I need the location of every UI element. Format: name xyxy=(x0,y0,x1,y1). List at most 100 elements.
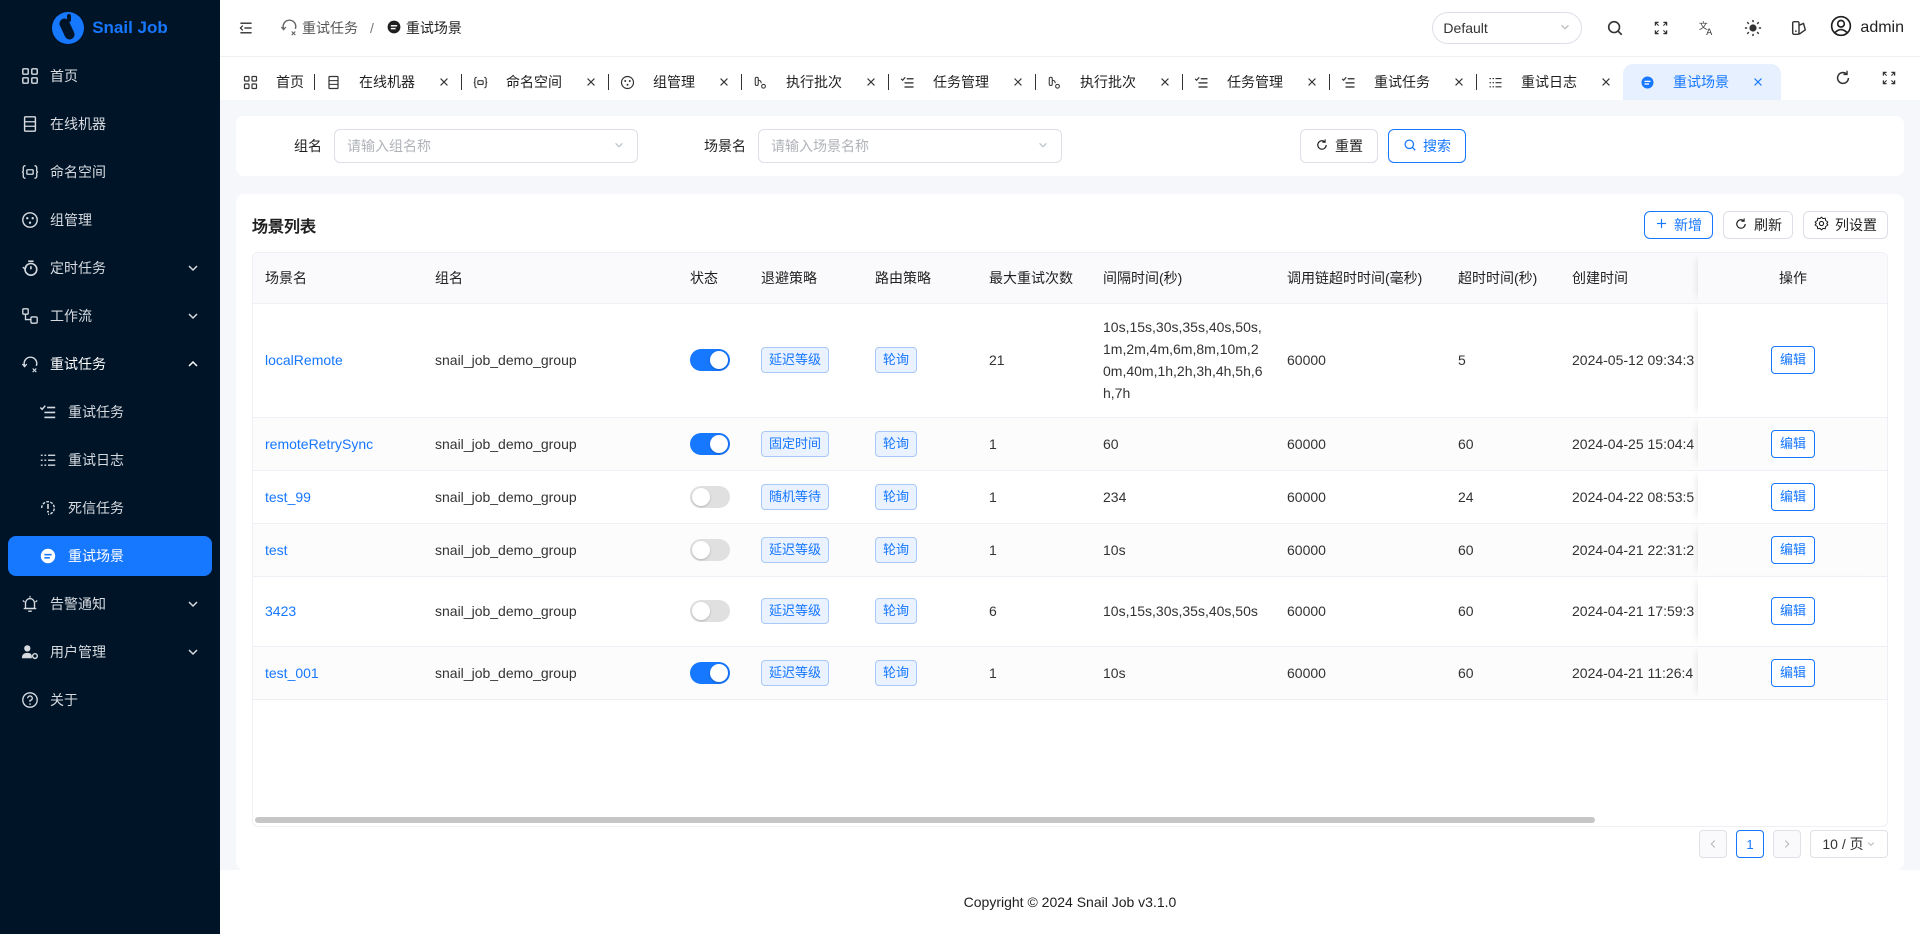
status-toggle[interactable] xyxy=(690,349,730,371)
page-size-select[interactable]: 10 / 页 xyxy=(1810,830,1888,858)
page-button-current[interactable]: 1 xyxy=(1736,830,1764,858)
sidebar-item-workflow[interactable]: 工作流 xyxy=(8,296,212,336)
sidebar-item-home[interactable]: 首页 xyxy=(8,56,212,96)
table-toolbar: 新增 刷新 列设置 xyxy=(1644,211,1888,239)
search-form: 组名 请输入组名称 场景名 请输入场景名称 重置 搜索 xyxy=(236,116,1904,176)
chevron-down-icon xyxy=(186,261,200,275)
tab-namespace[interactable]: 命名空间 xyxy=(462,64,608,100)
scene-name-link[interactable]: test xyxy=(253,523,423,577)
sidebar-item-alarm-notify[interactable]: 告警通知 xyxy=(8,584,212,624)
scene-name-link[interactable]: 3423 xyxy=(253,576,423,647)
column-settings-button[interactable]: 列设置 xyxy=(1803,211,1888,239)
fullscreen-icon[interactable] xyxy=(1638,10,1684,46)
status-toggle[interactable] xyxy=(690,661,730,684)
sidebar-item-scheduled-tasks[interactable]: 定时任务 xyxy=(8,248,212,288)
tab-retry-tasks[interactable]: 重试任务 xyxy=(1330,64,1476,100)
scene-name-select[interactable]: 请输入场景名称 xyxy=(758,129,1062,163)
search-icon[interactable] xyxy=(1592,10,1638,46)
close-icon[interactable] xyxy=(1751,75,1765,89)
status-toggle[interactable] xyxy=(690,432,730,455)
sidebar-item-user-management[interactable]: 用户管理 xyxy=(8,632,212,672)
status-toggle[interactable] xyxy=(690,485,730,508)
interval-cell: 10s,15s,30s,35s,40s,50s,1m,2m,4m,6m,8m,1… xyxy=(1091,303,1275,418)
max-retry-cell: 6 xyxy=(977,576,1091,647)
scene-name-link[interactable]: test_99 xyxy=(253,470,423,524)
next-page-button[interactable] xyxy=(1773,830,1801,858)
sidebar-item-group-management[interactable]: 组管理 xyxy=(8,200,212,240)
status-toggle[interactable] xyxy=(690,600,730,622)
status-toggle[interactable] xyxy=(690,538,730,561)
app-logo[interactable]: Snail Job xyxy=(0,0,220,56)
edit-button[interactable]: 编辑 xyxy=(1770,658,1815,687)
scene-name-link[interactable]: test_001 xyxy=(253,646,423,700)
tab-retry-scene[interactable]: 重试场景 xyxy=(1623,64,1781,100)
tab-task-management-2[interactable]: 任务管理 xyxy=(1183,64,1329,100)
user-menu[interactable]: admin xyxy=(1822,15,1904,42)
scene-name-link[interactable]: localRemote xyxy=(253,303,423,418)
tab-retry-log[interactable]: 重试日志 xyxy=(1477,64,1623,100)
group-icon xyxy=(20,210,40,230)
group-name-cell: snail_job_demo_group xyxy=(423,576,678,647)
interval-cell: 234 xyxy=(1091,470,1275,524)
close-icon[interactable] xyxy=(584,75,598,89)
sidebar-item-about[interactable]: 关于 xyxy=(8,680,212,720)
breadcrumb-item-retry-tasks[interactable]: 重试任务 xyxy=(280,18,358,39)
sidebar-subitem-retry-log[interactable]: 重试日志 xyxy=(8,440,212,480)
status-cell xyxy=(678,576,749,647)
tab-online-machines[interactable]: 在线机器 xyxy=(315,64,461,100)
sidebar-item-namespace[interactable]: 命名空间 xyxy=(8,152,212,192)
sidebar-subitem-dead-letter[interactable]: 死信任务 xyxy=(8,488,212,528)
menu-fold-icon[interactable] xyxy=(236,18,256,38)
fullscreen-icon[interactable] xyxy=(1866,60,1912,96)
edit-button[interactable]: 编辑 xyxy=(1770,535,1815,564)
tab-execution-batch[interactable]: 执行批次 xyxy=(742,64,888,100)
close-icon[interactable] xyxy=(1011,75,1025,89)
close-icon[interactable] xyxy=(437,75,451,89)
reset-button[interactable]: 重置 xyxy=(1300,129,1378,163)
theme-config-icon[interactable] xyxy=(1776,10,1822,46)
prev-page-button[interactable] xyxy=(1699,830,1727,858)
actions-cell: 编辑 xyxy=(1698,576,1887,647)
edit-button[interactable]: 编辑 xyxy=(1770,597,1815,625)
sidebar-item-retry-tasks[interactable]: 重试任务 xyxy=(8,344,212,384)
tab-task-management[interactable]: 任务管理 xyxy=(889,64,1035,100)
translate-icon[interactable] xyxy=(1684,10,1730,46)
group-name-cell: snail_job_demo_group xyxy=(423,646,678,700)
namespace-select[interactable]: Default xyxy=(1432,12,1583,44)
search-button[interactable]: 搜索 xyxy=(1388,129,1466,163)
close-icon[interactable] xyxy=(717,75,731,89)
horizontal-scrollbar[interactable] xyxy=(255,817,1595,823)
sun-icon[interactable] xyxy=(1730,10,1776,46)
sidebar-item-online-machines[interactable]: 在线机器 xyxy=(8,104,212,144)
close-icon[interactable] xyxy=(1158,75,1172,89)
scene-name-link[interactable]: remoteRetrySync xyxy=(253,417,423,471)
close-icon[interactable] xyxy=(1305,75,1319,89)
route-strategy-tag: 轮询 xyxy=(875,430,918,457)
sidebar-subitem-retry-scene[interactable]: 重试场景 xyxy=(8,536,212,576)
breadcrumb-item-retry-scene[interactable]: 重试场景 xyxy=(386,18,462,38)
edit-button[interactable]: 编辑 xyxy=(1770,346,1815,374)
sidebar-subitem-retry-task[interactable]: 重试任务 xyxy=(8,392,212,432)
tab-group-management[interactable]: 组管理 xyxy=(609,64,741,100)
reload-icon[interactable] xyxy=(1820,60,1866,96)
list-icon xyxy=(1487,74,1503,90)
column-header: 路由策略 xyxy=(863,253,977,304)
tab-home[interactable]: 首页 xyxy=(232,64,314,100)
route-strategy-tag-cell: 轮询 xyxy=(863,303,977,418)
close-icon[interactable] xyxy=(864,75,878,89)
edit-button[interactable]: 编辑 xyxy=(1770,482,1815,511)
group-name-select[interactable]: 请输入组名称 xyxy=(334,129,638,163)
close-icon[interactable] xyxy=(1599,75,1613,89)
group-name-cell: snail_job_demo_group xyxy=(423,417,678,471)
actions-cell: 编辑 xyxy=(1698,523,1887,577)
edit-button[interactable]: 编辑 xyxy=(1770,429,1815,458)
table-header-bar: 场景列表 新增 刷新 列设置 xyxy=(252,210,1888,240)
refresh-button[interactable]: 刷新 xyxy=(1723,211,1793,239)
add-button[interactable]: 新增 xyxy=(1644,211,1713,239)
tab-execution-batch-2[interactable]: 执行批次 xyxy=(1036,64,1182,100)
max-retry-cell: 1 xyxy=(977,523,1091,577)
sidebar-item-label: 首页 xyxy=(50,68,78,84)
checklist-icon xyxy=(1340,74,1356,90)
column-header: 创建时间 xyxy=(1560,253,1698,304)
close-icon[interactable] xyxy=(1452,75,1466,89)
